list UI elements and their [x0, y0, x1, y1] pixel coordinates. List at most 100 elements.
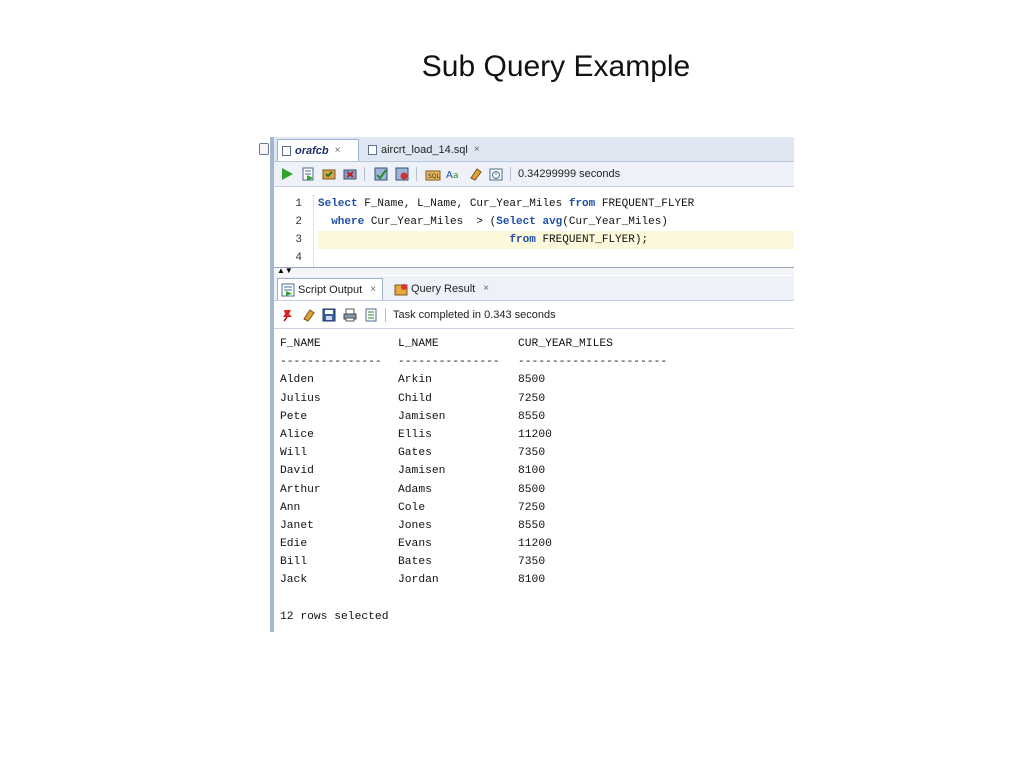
- result-cell: 8500: [518, 483, 546, 496]
- result-cell: Jack: [280, 574, 308, 587]
- result-cell: Cole: [398, 501, 426, 514]
- column-underline: ---------------: [280, 356, 382, 369]
- column-header: F_NAME: [280, 338, 321, 350]
- toolbar-separator: [416, 167, 417, 181]
- close-icon[interactable]: ×: [483, 283, 489, 294]
- pane-splitter[interactable]: ▲▼: [274, 267, 794, 275]
- line-number-gutter: 1 2 3 4: [274, 195, 304, 267]
- toolbar-separator: [510, 167, 511, 181]
- run-script-icon[interactable]: [300, 166, 316, 182]
- tab-label: orafcb: [295, 144, 329, 157]
- tab-label: Script Output: [298, 283, 363, 296]
- worksheet-icon: [368, 144, 377, 155]
- close-icon[interactable]: ×: [474, 144, 480, 155]
- format-icon[interactable]: Aa: [446, 166, 462, 182]
- line-number: 2: [295, 216, 302, 228]
- tab-query-result[interactable]: Query Result ×: [391, 278, 501, 299]
- worksheet-panel: orafcb × aircrt_load_14.sql × SQL A a 0.…: [274, 137, 794, 632]
- result-cell: 8500: [518, 374, 546, 387]
- sql-text: FREQUENT_FLYER: [595, 198, 695, 210]
- result-cell: 7350: [518, 447, 546, 460]
- sql-keyword: Select: [496, 216, 536, 228]
- result-cell: 8550: [518, 519, 546, 532]
- result-cell: 11200: [518, 538, 552, 551]
- result-cell: 7250: [518, 501, 546, 514]
- eraser-icon[interactable]: [467, 166, 483, 182]
- rollback-icon[interactable]: [342, 166, 358, 182]
- code-line[interactable]: [318, 249, 794, 267]
- sql-keyword: Select: [318, 198, 358, 210]
- editor-toolbar: SQL Aa 0.34299999 seconds: [274, 162, 794, 187]
- pin-icon[interactable]: [279, 307, 295, 323]
- sql-tuning-icon[interactable]: SQL: [425, 166, 441, 182]
- tab-label: aircrt_load_14.sql: [381, 143, 468, 156]
- result-cell: Janet: [280, 519, 314, 532]
- result-cell: 8550: [518, 410, 546, 423]
- sql-editor[interactable]: 1 2 3 4 Select F_Name, L_Name, Cur_Year_…: [274, 189, 794, 267]
- editor-tabbar: orafcb × aircrt_load_14.sql ×: [274, 137, 794, 162]
- collapse-arrows-icon[interactable]: ▲▼: [277, 267, 293, 275]
- result-cell: Alden: [280, 374, 314, 387]
- result-row: Bill Bates 7350: [280, 553, 794, 571]
- result-cell: Will: [280, 447, 308, 460]
- tab-orafcb[interactable]: orafcb ×: [277, 139, 359, 161]
- result-cell: Child: [398, 392, 432, 405]
- commit-icon[interactable]: [321, 166, 337, 182]
- result-cell: 7250: [518, 392, 546, 405]
- result-cell: David: [280, 465, 314, 478]
- print-icon[interactable]: [342, 307, 358, 323]
- column-underline: ---------------: [398, 356, 500, 369]
- tab-label: Query Result: [411, 282, 476, 295]
- query-result-icon: [393, 281, 409, 297]
- result-cell: 8100: [518, 465, 546, 478]
- autotrace-icon[interactable]: [373, 166, 389, 182]
- result-row: Pete Jamisen 8550: [280, 408, 794, 426]
- result-row: Jack Jordan 8100: [280, 571, 794, 589]
- sql-text: (Cur_Year_Miles): [562, 216, 668, 228]
- result-row: Alden Arkin 8500: [280, 371, 794, 389]
- script-output-text: F_NAME L_NAME CUR_YEAR_MILES -----------…: [280, 335, 794, 626]
- result-cell: Gates: [398, 447, 432, 460]
- result-cell: Jamisen: [398, 465, 446, 478]
- svg-text:SQL: SQL: [428, 173, 441, 180]
- toolbar-separator: [385, 308, 386, 322]
- code-line[interactable]: Select F_Name, L_Name, Cur_Year_Miles fr…: [318, 195, 794, 213]
- result-cell: Pete: [280, 410, 308, 423]
- execution-time: 0.34299999 seconds: [518, 168, 621, 180]
- close-icon[interactable]: ×: [335, 145, 341, 156]
- explain-icon[interactable]: [394, 166, 410, 182]
- sql-keyword: where: [318, 216, 365, 228]
- result-cell: Adams: [398, 483, 432, 496]
- result-row: Alice Ellis 11200: [280, 426, 794, 444]
- sql-text: Cur_Year_Miles > (: [364, 216, 497, 228]
- result-row: Julius Child 7250: [280, 390, 794, 408]
- sql-keyword: from: [568, 198, 596, 210]
- result-cell: Evans: [398, 538, 432, 551]
- result-row: David Jamisen 8100: [280, 462, 794, 480]
- gutter-divider: [313, 195, 314, 267]
- code-line[interactable]: from FREQUENT_FLYER);: [318, 231, 794, 249]
- run-icon[interactable]: [279, 166, 295, 182]
- column-underline: ----------------------: [518, 356, 668, 369]
- eraser-icon[interactable]: [300, 307, 316, 323]
- close-icon[interactable]: ×: [370, 284, 376, 295]
- sql-keyword: from: [509, 234, 536, 246]
- document-icon[interactable]: [363, 307, 379, 323]
- sql-keyword: avg: [542, 216, 563, 228]
- history-icon[interactable]: [488, 166, 504, 182]
- minimize-icon[interactable]: [259, 143, 269, 155]
- save-icon[interactable]: [321, 307, 337, 323]
- result-cell: Alice: [280, 428, 314, 441]
- result-cell: Bates: [398, 556, 432, 569]
- tab-aircrt-load[interactable]: aircrt_load_14.sql ×: [364, 139, 484, 160]
- header-row: F_NAME L_NAME CUR_YEAR_MILES: [280, 335, 794, 353]
- code-area[interactable]: Select F_Name, L_Name, Cur_Year_Miles fr…: [318, 195, 794, 267]
- tab-script-output[interactable]: Script Output ×: [277, 278, 383, 300]
- worksheet-icon: [282, 145, 291, 156]
- code-line[interactable]: where Cur_Year_Miles > (Select avg(Cur_Y…: [318, 213, 794, 231]
- result-row: Edie Evans 11200: [280, 535, 794, 553]
- sql-developer-window: orafcb × aircrt_load_14.sql × SQL A a 0.…: [258, 137, 794, 632]
- svg-text:a: a: [453, 171, 459, 181]
- result-cell: Bill: [280, 556, 308, 569]
